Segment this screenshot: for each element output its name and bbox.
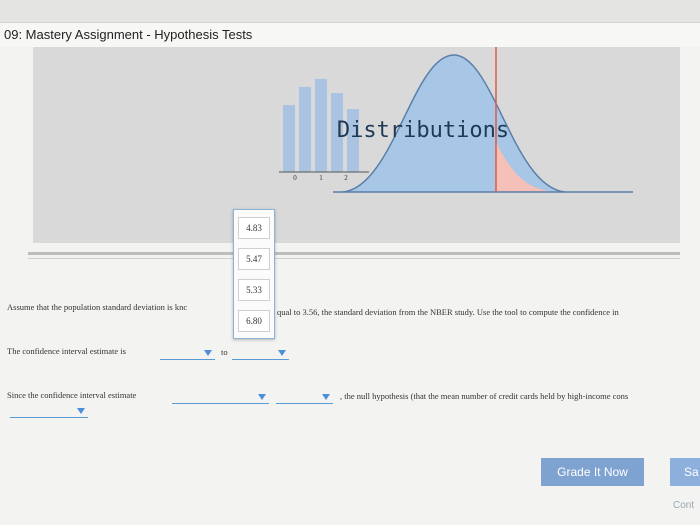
grade-it-now-button[interactable]: Grade It Now — [541, 458, 644, 486]
tick-label: 1 — [319, 174, 323, 182]
dropdown-option[interactable]: 6.80 — [238, 310, 270, 332]
distributions-icon[interactable]: 0 1 2 3 Distributions — [33, 47, 680, 243]
section-divider — [28, 252, 680, 255]
dropdown-options-list[interactable]: 4.83 5.47 5.33 6.80 — [233, 209, 275, 339]
histogram-bar — [315, 79, 327, 172]
section-divider-thin — [28, 258, 680, 259]
reject-decision-select[interactable] — [10, 405, 88, 418]
chevron-down-icon — [258, 394, 266, 400]
distributions-label: Distributions — [337, 118, 509, 143]
histogram-bar — [283, 105, 295, 172]
chevron-down-icon — [278, 350, 286, 356]
question-text-part2: qual to 3.56, the standard deviation fro… — [277, 307, 619, 317]
page-title: 09: Mastery Assignment - Hypothesis Test… — [4, 27, 253, 42]
chevron-down-icon — [77, 408, 85, 414]
browser-top-bar — [0, 0, 700, 23]
histogram-bar — [299, 87, 311, 172]
ci-contains-select[interactable] — [172, 391, 269, 404]
to-label: to — [221, 347, 228, 357]
tick-label: 2 — [344, 174, 348, 182]
ci-lower-select[interactable] — [160, 347, 215, 360]
dropdown-option[interactable]: 5.47 — [238, 248, 270, 270]
continue-link[interactable]: Cont — [673, 500, 694, 511]
distributions-tool-panel[interactable]: 0 1 2 3 Distributions — [33, 47, 680, 243]
since-ci-label: Since the confidence interval estimate — [7, 390, 137, 400]
chevron-down-icon — [322, 394, 330, 400]
ci-upper-select[interactable] — [232, 347, 289, 360]
tick-label: 0 — [293, 174, 297, 182]
save-button[interactable]: Sa — [670, 458, 700, 486]
null-hypothesis-text: , the null hypothesis (that the mean num… — [340, 391, 629, 401]
dropdown-option[interactable]: 4.83 — [238, 217, 270, 239]
hypothesized-value-select[interactable] — [276, 391, 333, 404]
question-text-part1: Assume that the population standard devi… — [7, 302, 188, 312]
ci-estimate-label: The confidence interval estimate is — [7, 346, 126, 356]
chevron-down-icon — [204, 350, 212, 356]
dropdown-option[interactable]: 5.33 — [238, 279, 270, 301]
